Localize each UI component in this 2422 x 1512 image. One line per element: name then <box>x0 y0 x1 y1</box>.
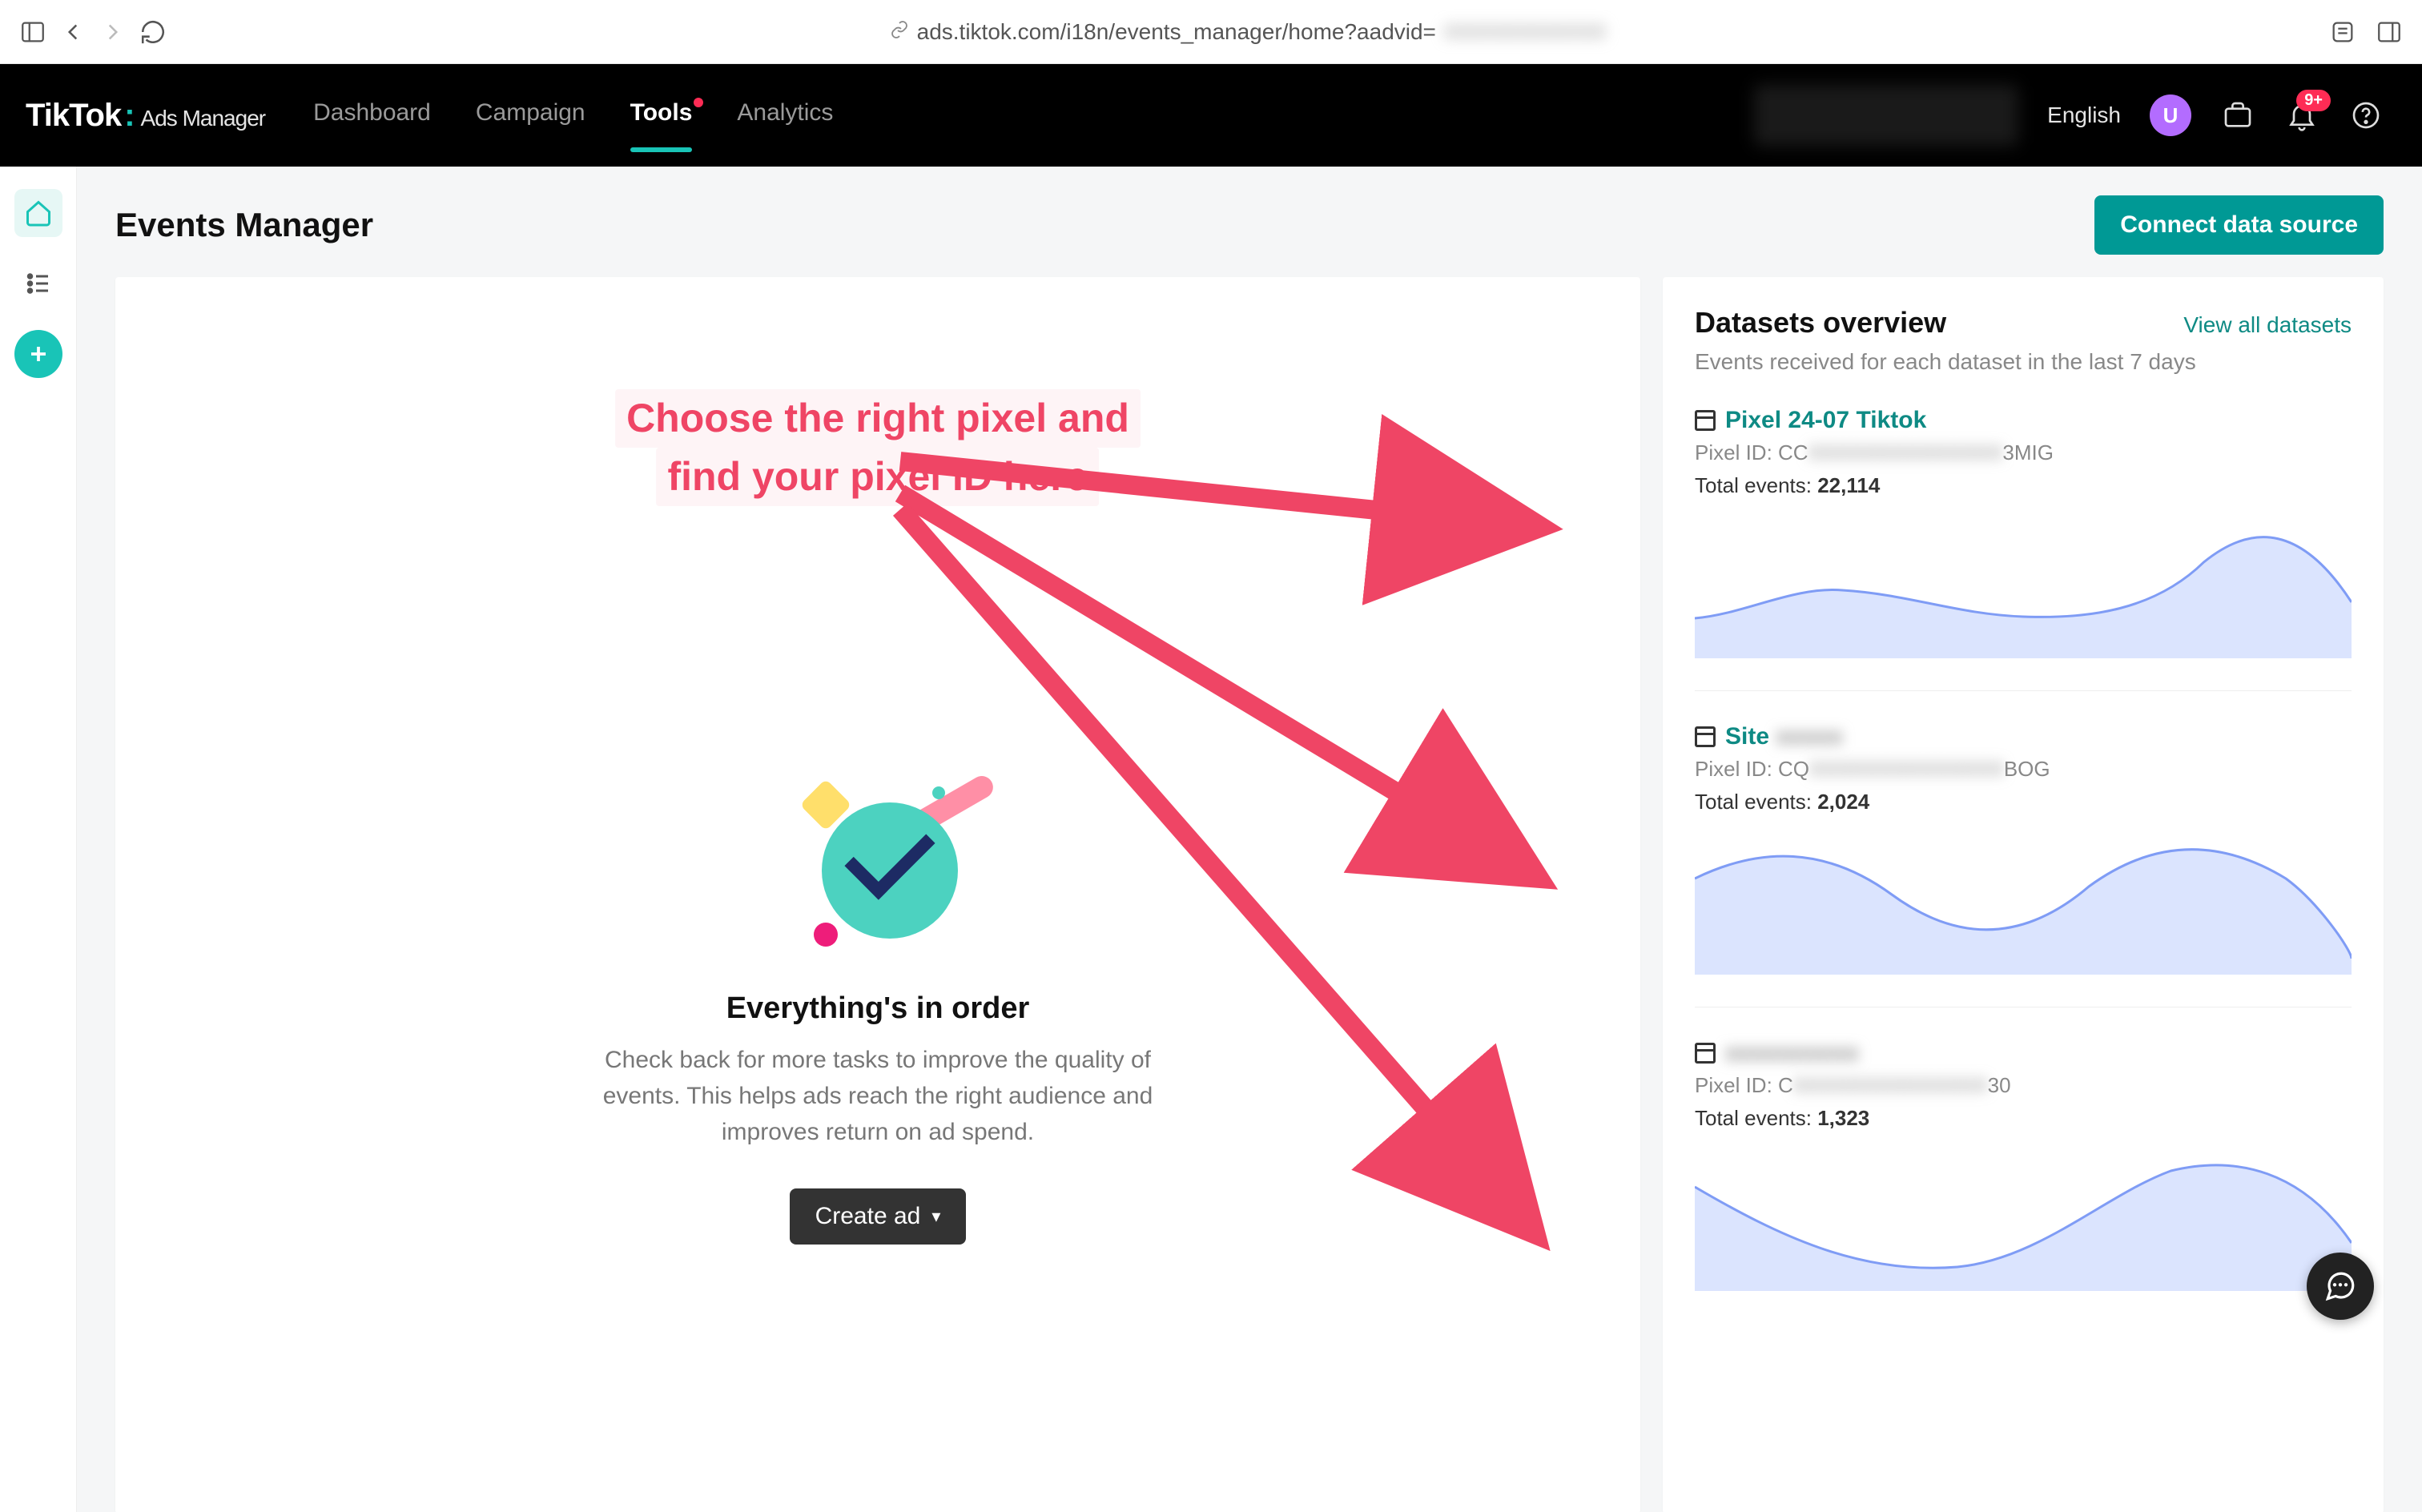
annotation-line2: find your pixel ID here <box>656 448 1099 506</box>
left-rail <box>0 167 77 1512</box>
brand-sub: Ads Manager <box>141 106 266 131</box>
dataset-item: Pixel 24-07 Tiktok Pixel ID: CCXXXXXXXXX… <box>1695 407 2352 658</box>
dataset-icon <box>1695 1043 1716 1064</box>
dataset-name-link[interactable]: Site xxxxx <box>1725 723 1843 750</box>
empty-state-desc: Check back for more tasks to improve the… <box>565 1042 1190 1150</box>
reload-icon[interactable] <box>139 18 167 46</box>
nav-item-campaign[interactable]: Campaign <box>476 99 585 131</box>
total-events: Total events: 22,114 <box>1695 473 2352 498</box>
language-selector[interactable]: English <box>2047 103 2121 128</box>
pixel-id: Pixel ID: CXXXXXXXXXXXXXX30 <box>1695 1073 2352 1098</box>
sidebar-toggle-icon[interactable] <box>19 18 46 46</box>
datasets-subtitle: Events received for each dataset in the … <box>1695 349 2352 375</box>
help-icon[interactable] <box>2348 98 2384 133</box>
sparkline-chart <box>1695 830 2352 975</box>
divider <box>1695 690 2352 691</box>
nav-items: Dashboard Campaign Tools Analytics <box>313 99 833 131</box>
brand-logo[interactable]: TikTok: Ads Manager <box>26 98 265 134</box>
tabs-icon[interactable] <box>2376 18 2403 46</box>
rail-add-icon[interactable] <box>14 330 62 378</box>
rail-list-icon[interactable] <box>14 259 62 308</box>
connect-data-source-button[interactable]: Connect data source <box>2094 195 2384 255</box>
notifications-icon[interactable]: 9+ <box>2284 98 2319 133</box>
nav-item-dashboard[interactable]: Dashboard <box>313 99 431 131</box>
brand-colon: : <box>124 98 134 134</box>
dataset-item: xxxxxxxxxx Pixel ID: CXXXXXXXXXXXXXX30 T… <box>1695 1040 2352 1291</box>
avatar[interactable]: U <box>2150 94 2191 136</box>
datasets-title: Datasets overview <box>1695 306 1946 340</box>
nav-item-analytics[interactable]: Analytics <box>737 99 833 131</box>
nav-item-tools[interactable]: Tools <box>630 99 693 131</box>
pixel-id: Pixel ID: CQXXXXXXXXXXXXXXBOG <box>1695 757 2352 782</box>
dataset-icon <box>1695 726 1716 747</box>
top-nav: TikTok: Ads Manager Dashboard Campaign Too… <box>0 64 2422 167</box>
chat-fab[interactable] <box>2307 1253 2374 1320</box>
annotation-line1: Choose the right pixel and <box>615 389 1141 448</box>
reader-icon[interactable] <box>2329 18 2356 46</box>
empty-state-illustration <box>774 770 982 963</box>
annotation-callout: Choose the right pixel and find your pix… <box>615 389 1141 506</box>
dataset-name-link[interactable]: xxxxxxxxxx <box>1725 1040 1859 1067</box>
url-blur: 0000000000000 <box>1444 19 1606 45</box>
url-bar[interactable]: ads.tiktok.com/i18n/events_manager/home?… <box>179 19 2316 45</box>
total-events: Total events: 1,323 <box>1695 1106 2352 1131</box>
view-all-datasets-link[interactable]: View all datasets <box>2183 312 2352 338</box>
create-ad-button[interactable]: Create ad ▾ <box>790 1188 967 1245</box>
pixel-id: Pixel ID: CCXXXXXXXXXXXXXX3MIG <box>1695 440 2352 465</box>
back-icon[interactable] <box>59 18 86 46</box>
sparkline-chart <box>1695 514 2352 658</box>
total-events: Total events: 2,024 <box>1695 790 2352 814</box>
dataset-icon <box>1695 410 1716 431</box>
nav-item-badge-dot <box>694 98 703 107</box>
brand-text: TikTok <box>26 98 121 134</box>
dataset-name-link[interactable]: Pixel 24-07 Tiktok <box>1725 407 1926 434</box>
notification-badge: 9+ <box>2296 90 2331 111</box>
main-area: Events Manager Connect data source Choos… <box>77 167 2422 1512</box>
forward-icon <box>99 18 127 46</box>
dataset-item: Site xxxxx Pixel ID: CQXXXXXXXXXXXXXXBOG… <box>1695 723 2352 975</box>
browser-toolbar: ads.tiktok.com/i18n/events_manager/home?… <box>0 0 2422 64</box>
sparkline-chart <box>1695 1147 2352 1291</box>
chevron-down-icon: ▾ <box>931 1206 940 1227</box>
business-center-icon[interactable] <box>2220 98 2255 133</box>
empty-state-title: Everything's in order <box>726 991 1030 1026</box>
tasks-card: Choose the right pixel and find your pix… <box>115 277 1640 1512</box>
page-title: Events Manager <box>115 206 373 244</box>
url-text: ads.tiktok.com/i18n/events_manager/home?… <box>917 19 1436 45</box>
account-selector[interactable] <box>1754 85 2018 146</box>
link-icon <box>890 19 909 45</box>
datasets-card: Datasets overview View all datasets Even… <box>1663 277 2384 1512</box>
create-ad-label: Create ad <box>815 1203 921 1230</box>
rail-home-icon[interactable] <box>14 189 62 237</box>
